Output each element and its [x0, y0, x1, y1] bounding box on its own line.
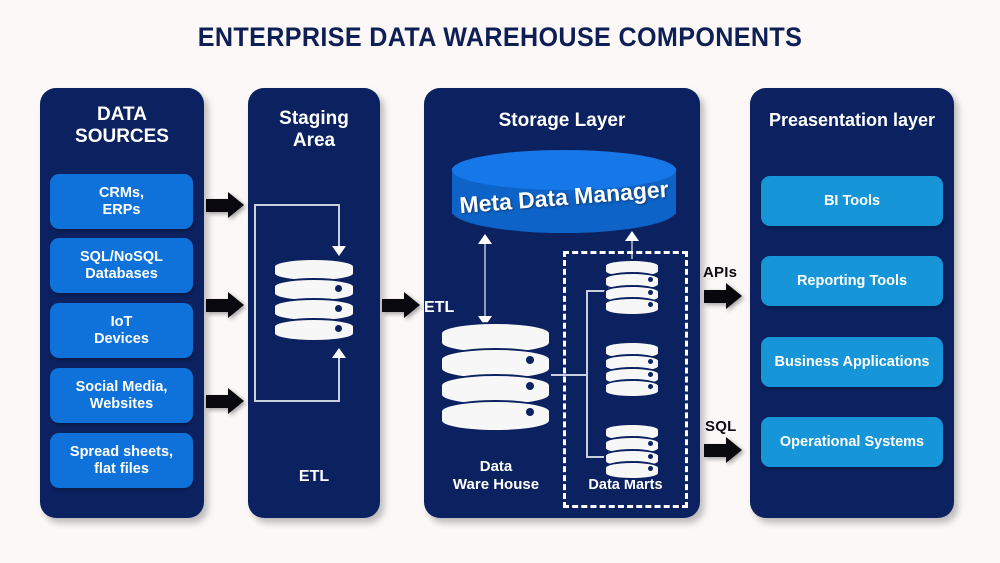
db-status-dot: [648, 454, 653, 459]
source-item-social-line1: Social Media,: [75, 378, 168, 395]
presentation-item-business-applications-label: Business Applications: [774, 353, 930, 370]
staging-connector-bottom-horizontal: [254, 400, 340, 402]
presentation-layer-title-visible: Preasentation layer: [768, 110, 936, 130]
source-item-crms-erps-line2: ERPs: [102, 201, 141, 218]
db-status-dot: [648, 290, 653, 295]
presentation-item-reporting-tools[interactable]: Reporting Tools: [761, 256, 943, 306]
db-status-dot: [648, 302, 653, 307]
data-mart-cylinder-3[interactable]: [604, 423, 660, 480]
data-warehouse-label: Data Ware House: [440, 458, 552, 494]
arrow-shaft: [382, 299, 406, 312]
source-item-social-line2: Websites: [89, 395, 154, 412]
source-item-spreadsheets-flat-files[interactable]: Spread sheets, flat files: [50, 433, 193, 488]
staging-connector-top-vertical: [338, 204, 340, 248]
arrow-head: [228, 192, 244, 218]
source-item-crms-erps[interactable]: CRMs, ERPs: [50, 174, 193, 229]
presentation-item-bi-tools[interactable]: BI Tools: [761, 176, 943, 226]
data-mart-cylinder-2[interactable]: [604, 341, 660, 398]
source-item-iot-line2: Devices: [94, 330, 149, 347]
db-status-dot: [648, 277, 653, 282]
page-title: ENTERPRISE DATA WAREHOUSE COMPONENTS: [197, 22, 803, 52]
arrow-sources-to-staging-1: [206, 192, 246, 219]
db-status-dot: [335, 305, 342, 312]
staging-area-title: Staging Area: [248, 108, 380, 152]
db-status-dot: [648, 466, 653, 471]
db-disc: [273, 318, 355, 342]
arrow-storage-to-presentation-sql: [704, 437, 744, 464]
apis-flow-label: APIs: [703, 264, 738, 281]
data-sources-title-line1: DATA: [97, 104, 147, 125]
db-disc: [440, 400, 551, 432]
arrow-sources-to-staging-3: [206, 388, 246, 415]
source-item-spreadsheets-line1: Spread sheets,: [69, 443, 174, 460]
db-status-dot: [335, 285, 342, 292]
source-item-sql-nosql-line1: SQL/NoSQL: [80, 248, 163, 265]
staging-connector-top-arrowhead: [332, 246, 346, 256]
source-item-sql-nosql-databases[interactable]: SQL/NoSQL Databases: [50, 238, 193, 293]
sql-flow-label: SQL: [705, 418, 737, 435]
staging-area-title-line1: Staging: [279, 108, 349, 129]
data-sources-title-line2: SOURCES: [75, 125, 169, 147]
source-item-crms-erps-line1: CRMs,: [98, 184, 145, 201]
arrow-shaft: [206, 299, 230, 312]
presentation-item-operational-systems[interactable]: Operational Systems: [761, 417, 943, 467]
presentation-item-reporting-tools-label: Reporting Tools: [796, 272, 908, 289]
data-mart-cylinder-1[interactable]: [604, 259, 660, 316]
source-item-spreadsheets-line2: flat files: [94, 460, 149, 477]
data-warehouse-label-line1: Data: [479, 458, 513, 475]
db-status-dot: [648, 359, 653, 364]
db-status-dot: [526, 382, 534, 390]
source-item-iot-line1: IoT: [110, 313, 133, 330]
arrow-head: [404, 292, 420, 318]
data-warehouse-cylinder[interactable]: [440, 322, 551, 432]
arrow-staging-to-storage: [382, 292, 422, 319]
staging-connector-bottom-arrowhead: [332, 348, 346, 358]
arrow-head: [726, 437, 742, 463]
storage-layer-title: Storage Layer: [498, 110, 626, 131]
arrow-head: [228, 388, 244, 414]
arrow-shaft: [206, 395, 230, 408]
db-status-dot: [335, 325, 342, 332]
presentation-item-business-applications[interactable]: Business Applications: [761, 337, 943, 387]
meta-warehouse-arrowhead-up: [478, 234, 492, 244]
db-status-dot: [526, 356, 534, 364]
meta-mart-arrowhead-up: [625, 231, 639, 241]
arrow-shaft: [704, 290, 728, 303]
presentation-item-operational-systems-label: Operational Systems: [779, 433, 925, 450]
db-status-dot: [526, 408, 534, 416]
data-sources-title: DATA SOURCES: [40, 104, 204, 148]
db-status-dot: [648, 441, 653, 446]
arrow-shaft: [206, 199, 230, 212]
staging-connector-top-horizontal: [254, 204, 340, 206]
source-item-social-media-websites[interactable]: Social Media, Websites: [50, 368, 193, 423]
arrow-storage-to-presentation-apis: [704, 283, 744, 310]
db-status-dot: [648, 384, 653, 389]
source-item-sql-nosql-line2: Databases: [85, 265, 158, 282]
staging-area-title-line2: Area: [292, 129, 336, 151]
staging-database-cylinder: [273, 258, 355, 342]
db-status-dot: [648, 372, 653, 377]
meta-warehouse-connector-line: [484, 240, 486, 324]
source-item-iot-devices[interactable]: IoT Devices: [50, 303, 193, 358]
arrow-sources-to-staging-2: [206, 292, 246, 319]
storage-etl-label: ETL: [424, 299, 455, 316]
presentation-item-bi-tools-label: BI Tools: [823, 192, 881, 209]
arrow-head: [726, 283, 742, 309]
staging-etl-label: ETL: [298, 468, 330, 485]
diagram-canvas: ENTERPRISE DATA WAREHOUSE COMPONENTS DAT…: [0, 0, 1000, 563]
data-warehouse-label-line2: Ware House: [452, 476, 540, 493]
arrow-shaft: [704, 444, 728, 457]
meta-data-manager-cylinder[interactable]: Meta Data Manager: [452, 150, 676, 233]
staging-connector-bottom-vertical: [338, 356, 340, 402]
staging-connector-left-vertical: [254, 204, 256, 402]
arrow-head: [228, 292, 244, 318]
